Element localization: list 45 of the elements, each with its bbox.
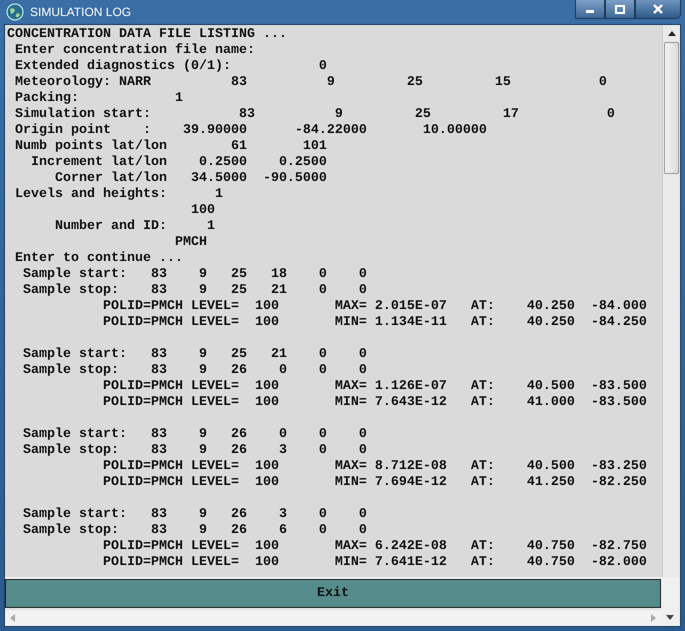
close-icon — [652, 4, 664, 14]
log-line: Sample start: 83 9 25 21 0 0 — [22, 347, 368, 363]
log-line: Corner lat/lon 34.5000 -90.5000 — [54, 171, 328, 187]
left-arrow-icon[interactable] — [10, 614, 15, 622]
log-line: Enter to continue ... — [14, 251, 184, 267]
minimize-button[interactable] — [575, 0, 605, 19]
maximize-icon — [615, 4, 625, 14]
close-button[interactable] — [635, 0, 681, 19]
globe-icon — [6, 3, 24, 21]
log-line: POLID=PMCH LEVEL= 100 MAX= 6.242E-08 AT: 40.750 -82.750 — [102, 539, 648, 555]
log-line: Extended diagnostics (0/1): 0 — [14, 59, 328, 75]
log-line: POLID=PMCH LEVEL= 100 MIN= 7.641E-12 AT: 40.750 -82.000 — [102, 555, 648, 571]
log-line: POLID=PMCH LEVEL= 100 MIN= 1.134E-11 AT: 40.250 -84.250 — [102, 315, 648, 331]
log-line: Sample start: 83 9 26 3 0 0 — [22, 507, 368, 523]
log-line: Sample start: 83 9 26 0 0 0 — [22, 427, 368, 443]
log-line: Increment lat/lon 0.2500 0.2500 — [30, 155, 328, 171]
log-line: 100 — [190, 203, 216, 219]
caret-icon — [666, 614, 674, 620]
log-line: Number and ID: 1 — [54, 219, 216, 235]
maximize-button[interactable] — [605, 0, 635, 19]
log-line: Meteorology: NARR 83 9 25 15 0 — [14, 75, 608, 91]
log-line: Sample stop: 83 9 26 0 0 0 — [22, 363, 368, 379]
log-line: Levels and heights: 1 — [14, 187, 224, 203]
log-line: POLID=PMCH LEVEL= 100 MIN= 7.643E-12 AT: 41.000 -83.500 — [102, 395, 648, 411]
window-title: SIMULATION LOG — [30, 5, 132, 19]
log-line: Numb points lat/lon 61 101 — [14, 139, 328, 155]
log-line: Enter concentration file name: — [14, 43, 256, 59]
log-line: Sample stop: 83 9 25 21 0 0 — [22, 283, 368, 299]
log-line: Simulation start: 83 9 25 17 0 — [14, 107, 616, 123]
log-line: Sample stop: 83 9 26 3 0 0 — [22, 443, 368, 459]
log-line: PMCH — [174, 235, 208, 251]
log-line: POLID=PMCH LEVEL= 100 MAX= 2.015E-07 AT: 40.250 -84.000 — [102, 299, 648, 315]
vertical-scrollbar[interactable] — [662, 25, 680, 577]
log-line: CONCENTRATION DATA FILE LISTING ... — [7, 27, 288, 43]
exit-button[interactable]: Exit — [5, 579, 661, 608]
right-arrow-icon[interactable] — [651, 614, 656, 622]
log-line: POLID=PMCH LEVEL= 100 MAX= 8.712E-08 AT: 40.500 -83.250 — [102, 459, 648, 475]
log-line: POLID=PMCH LEVEL= 100 MAX= 1.126E-07 AT: 40.500 -83.500 — [102, 379, 648, 395]
log-line: Packing: 1 — [14, 91, 184, 107]
log-line: Origin point : 39.90000 -84.22000 10.00000 — [14, 123, 488, 139]
log-line: POLID=PMCH LEVEL= 100 MIN= 7.694E-12 AT: 41.250 -82.250 — [102, 475, 648, 491]
log-line: Sample stop: 83 9 26 6 0 0 — [22, 523, 368, 539]
scrollbar-thumb[interactable] — [664, 42, 679, 174]
log-line: Sample start: 83 9 25 18 0 0 — [22, 267, 368, 283]
up-arrow-icon[interactable] — [668, 31, 676, 36]
